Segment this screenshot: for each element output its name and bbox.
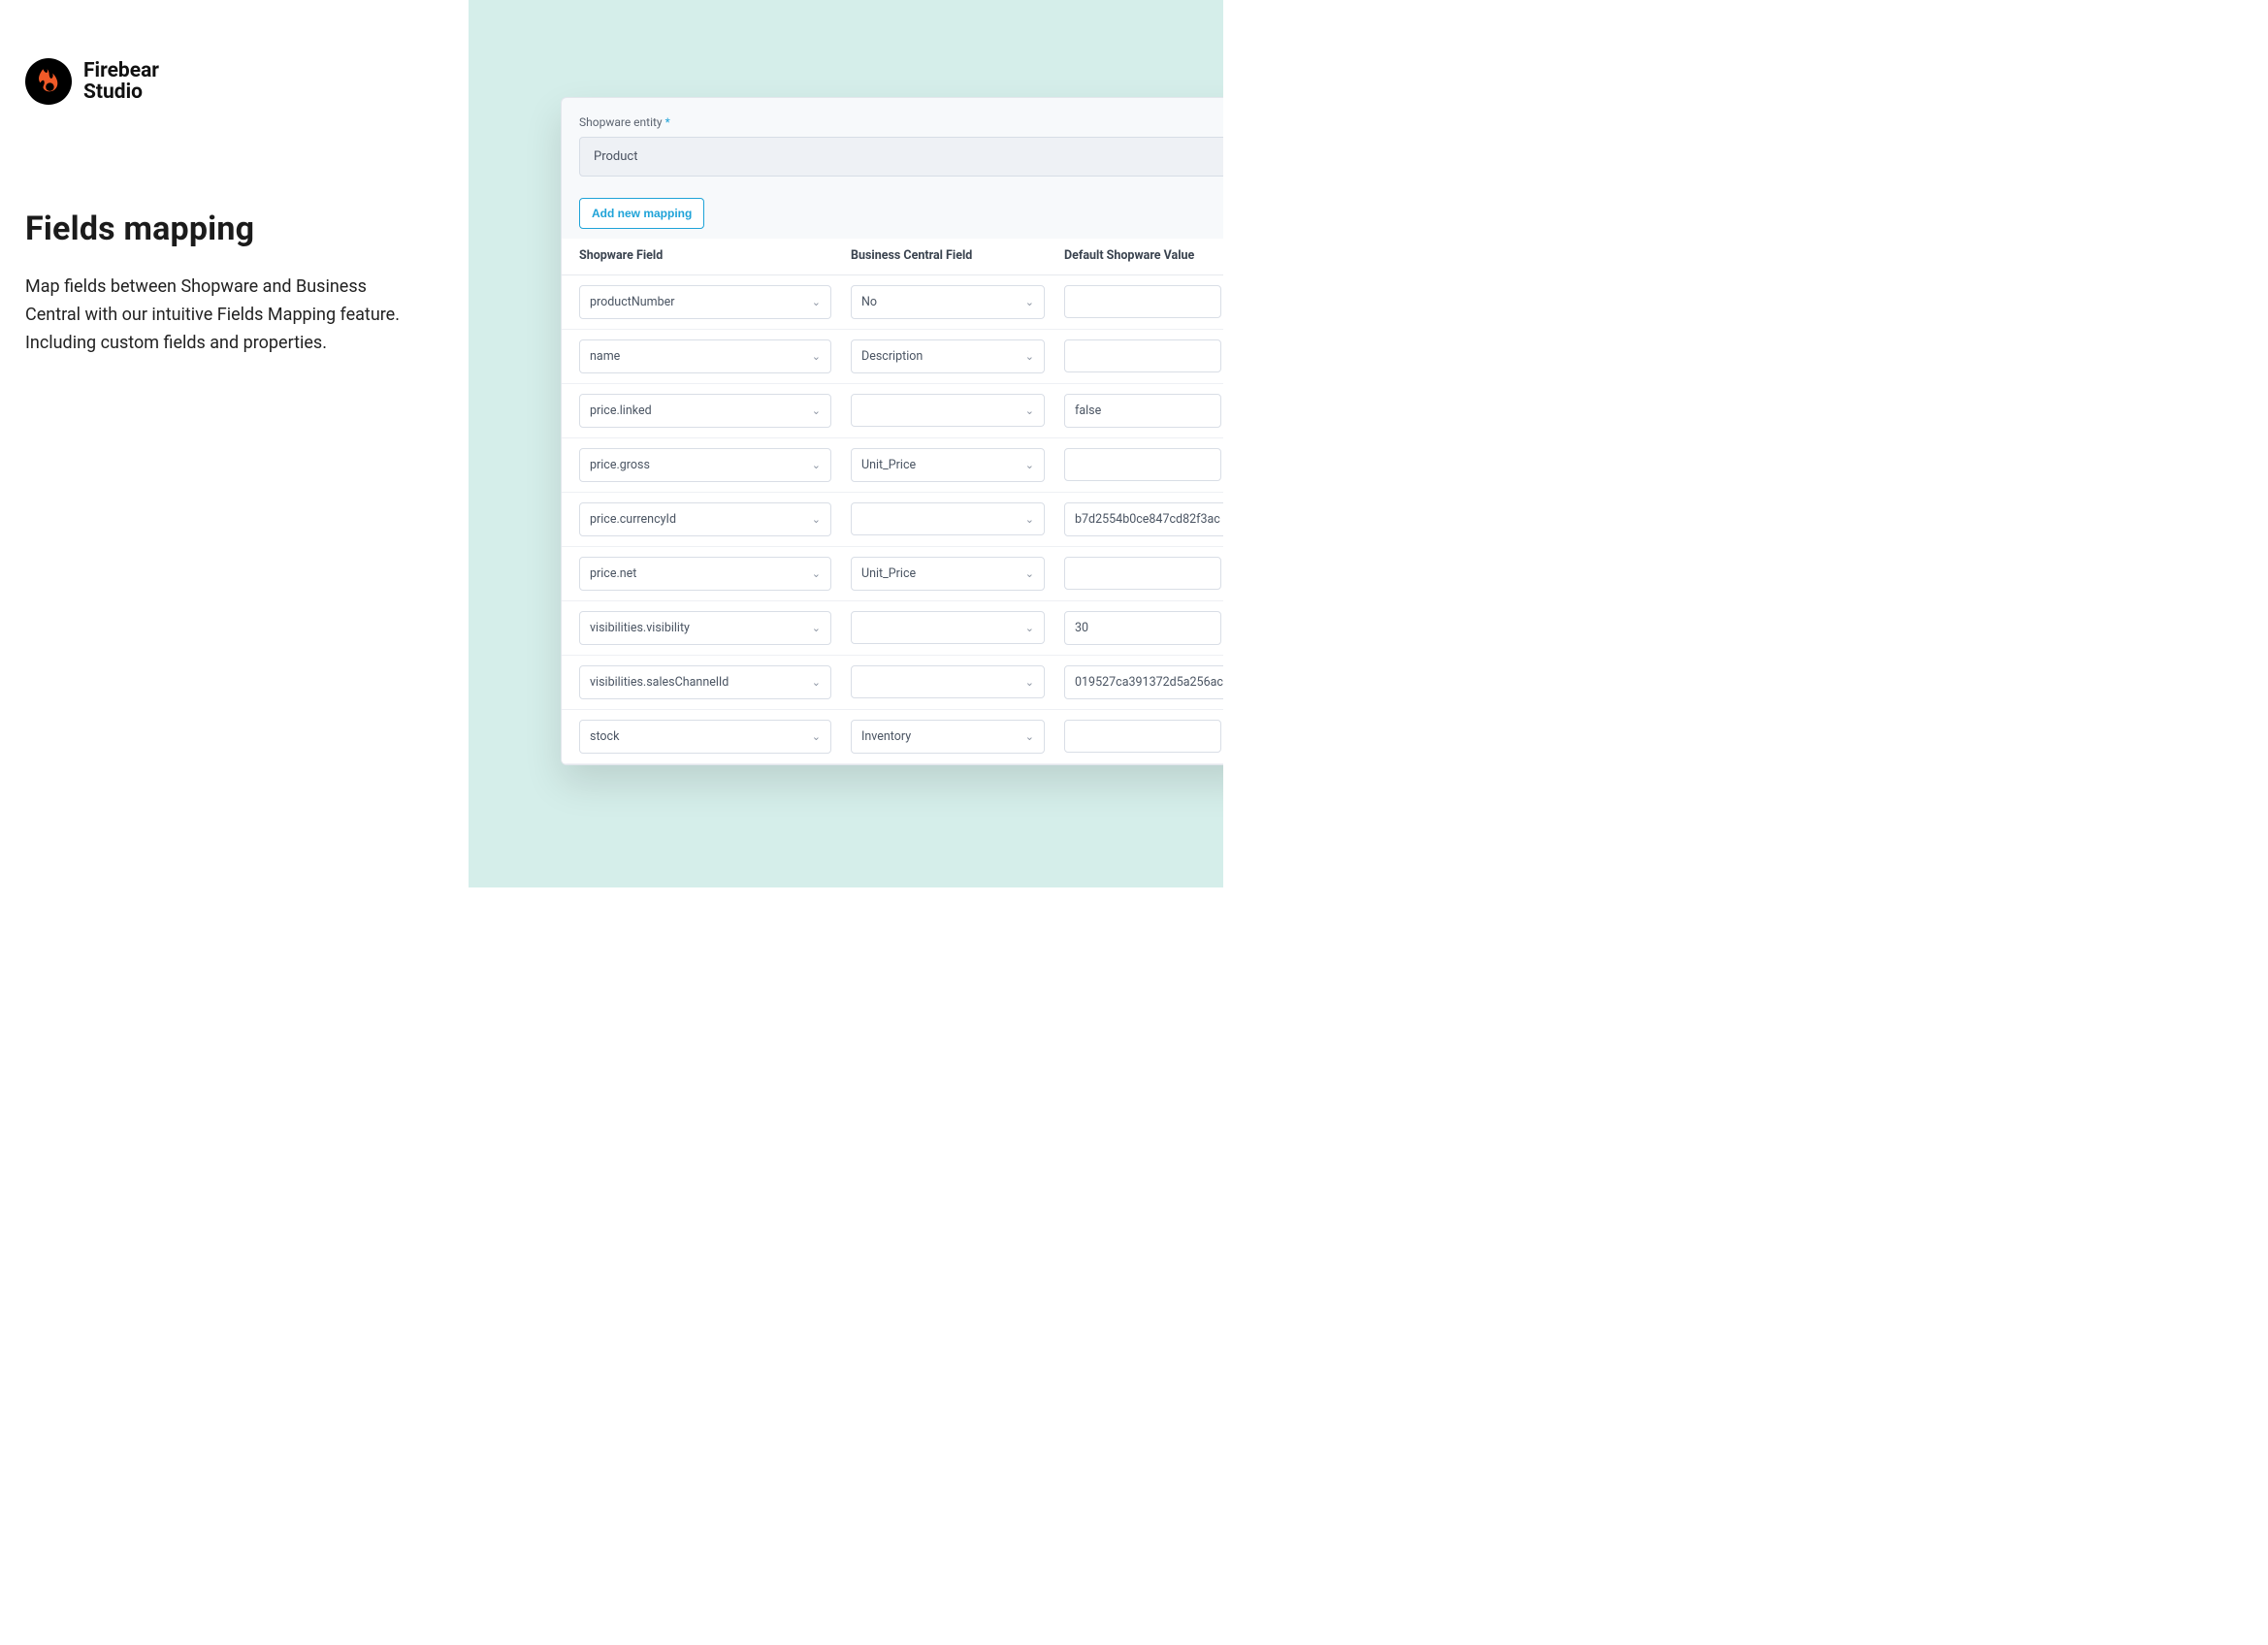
- business-central-field-select[interactable]: Description⌄: [851, 339, 1045, 373]
- chevron-down-icon: ⌄: [1025, 296, 1034, 308]
- page-subcopy: Map fields between Shopware and Business…: [25, 274, 413, 357]
- flame-paw-icon: [32, 65, 65, 98]
- shopware-field-select[interactable]: name⌄: [579, 339, 831, 373]
- business-central-field-select[interactable]: ⌄: [851, 394, 1045, 427]
- mapping-card: Shopware entity * Product Add new mappin…: [561, 97, 1223, 765]
- chevron-down-icon: ⌄: [812, 404, 821, 417]
- shopware-field-select[interactable]: price.linked⌄: [579, 394, 831, 428]
- chevron-down-icon: ⌄: [1025, 350, 1034, 363]
- chevron-down-icon: ⌄: [812, 730, 821, 743]
- business-central-field-select[interactable]: Unit_Price⌄: [851, 448, 1045, 482]
- chevron-down-icon: ⌄: [1025, 404, 1034, 417]
- default-value-input[interactable]: 30: [1064, 611, 1221, 645]
- shopware-field-select[interactable]: price.currencyId⌄: [579, 502, 831, 536]
- default-value-input[interactable]: [1064, 285, 1221, 318]
- shopware-field-select[interactable]: price.gross⌄: [579, 448, 831, 482]
- table-row: visibilities.visibility⌄⌄30: [562, 601, 1223, 656]
- business-central-field-select[interactable]: Inventory⌄: [851, 720, 1045, 754]
- chevron-down-icon: ⌄: [1025, 513, 1034, 526]
- table-row: price.gross⌄ Unit_Price⌄: [562, 438, 1223, 493]
- brand-name: Firebear Studio: [83, 60, 159, 103]
- col-shopware-field: Shopware Field: [579, 248, 851, 263]
- chevron-down-icon: ⌄: [1025, 676, 1034, 689]
- table-row: price.currencyId⌄⌄b7d2554b0ce847cd82f3ac: [562, 493, 1223, 547]
- shopware-field-select[interactable]: productNumber⌄: [579, 285, 831, 319]
- business-central-field-select[interactable]: ⌄: [851, 665, 1045, 698]
- chevron-down-icon: ⌄: [812, 567, 821, 580]
- chevron-down-icon: ⌄: [812, 459, 821, 471]
- table-row: name⌄ Description⌄: [562, 330, 1223, 384]
- shopware-field-select[interactable]: visibilities.visibility⌄: [579, 611, 831, 645]
- default-value-input[interactable]: false: [1064, 394, 1221, 428]
- default-value-input[interactable]: 019527ca391372d5a256ac: [1064, 665, 1223, 699]
- table-row: visibilities.salesChannelId⌄⌄019527ca391…: [562, 656, 1223, 710]
- col-business-central-field: Business Central Field: [851, 248, 1064, 263]
- table-row: stock⌄ Inventory⌄: [562, 710, 1223, 764]
- col-default-value: Default Shopware Value: [1064, 248, 1223, 263]
- shopware-field-select[interactable]: visibilities.salesChannelId⌄: [579, 665, 831, 699]
- brand: Firebear Studio: [25, 58, 443, 105]
- page-headline: Fields mapping: [25, 210, 443, 248]
- default-value-input[interactable]: b7d2554b0ce847cd82f3ac: [1064, 502, 1223, 536]
- table-row: price.net⌄ Unit_Price⌄: [562, 547, 1223, 601]
- app-preview-panel: Shopware entity * Product Add new mappin…: [469, 0, 1223, 887]
- default-value-input[interactable]: [1064, 448, 1221, 481]
- table-row: price.linked⌄⌄false: [562, 384, 1223, 438]
- default-value-input[interactable]: [1064, 720, 1221, 753]
- chevron-down-icon: ⌄: [1025, 622, 1034, 634]
- business-central-field-select[interactable]: No⌄: [851, 285, 1045, 319]
- table-row: productNumber⌄ No⌄: [562, 275, 1223, 330]
- chevron-down-icon: ⌄: [1025, 567, 1034, 580]
- mapping-table: Shopware Field Business Central Field De…: [562, 239, 1223, 764]
- chevron-down-icon: ⌄: [812, 676, 821, 689]
- shopware-field-select[interactable]: price.net⌄: [579, 557, 831, 591]
- business-central-field-select[interactable]: ⌄: [851, 502, 1045, 535]
- default-value-input[interactable]: [1064, 557, 1221, 590]
- chevron-down-icon: ⌄: [812, 350, 821, 363]
- entity-select[interactable]: Product: [579, 137, 1223, 177]
- shopware-field-select[interactable]: stock⌄: [579, 720, 831, 754]
- business-central-field-select[interactable]: ⌄: [851, 611, 1045, 644]
- default-value-input[interactable]: [1064, 339, 1221, 372]
- chevron-down-icon: ⌄: [812, 296, 821, 308]
- chevron-down-icon: ⌄: [1025, 730, 1034, 743]
- entity-field-label: Shopware entity *: [579, 115, 1223, 129]
- add-new-mapping-button[interactable]: Add new mapping: [579, 198, 704, 229]
- brand-logo: [25, 58, 72, 105]
- chevron-down-icon: ⌄: [812, 622, 821, 634]
- chevron-down-icon: ⌄: [1025, 459, 1034, 471]
- business-central-field-select[interactable]: Unit_Price⌄: [851, 557, 1045, 591]
- chevron-down-icon: ⌄: [812, 513, 821, 526]
